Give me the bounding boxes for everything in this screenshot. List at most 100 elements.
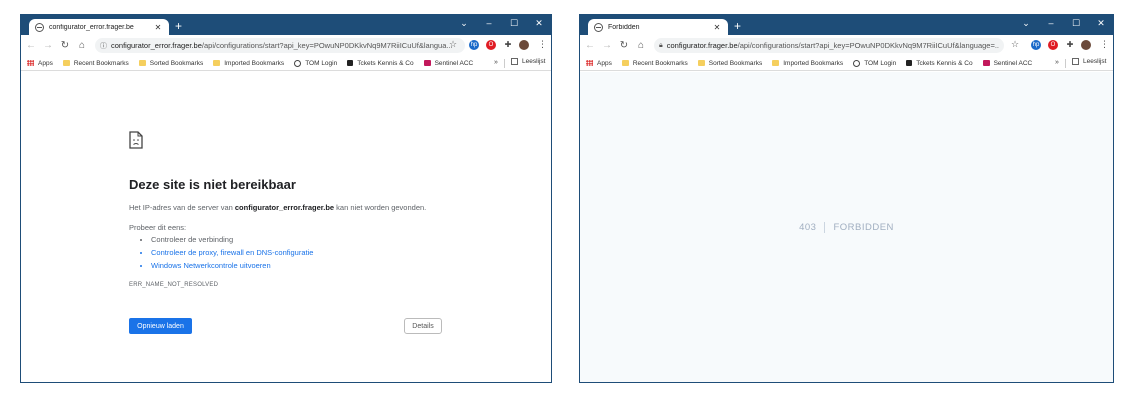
window-controls: ⌄ – ☐ ✕	[460, 18, 543, 28]
reading-list-icon	[511, 58, 518, 65]
folder-icon	[772, 60, 780, 66]
tickets-icon	[347, 60, 354, 66]
reading-list-button[interactable]: Leeslijst	[1072, 58, 1106, 65]
hp-extension-icon[interactable]: hp	[469, 40, 479, 50]
new-tab-button[interactable]: +	[175, 20, 182, 32]
bookmark-folder[interactable]: Recent Bookmarks	[621, 60, 688, 67]
window-controls: ⌄ – ☐ ✕	[1022, 18, 1105, 28]
browser-window-left: configurator_error.frager.be ✕ + ⌄ – ☐ ✕…	[20, 14, 552, 383]
suggestion-link-network-diagnostics[interactable]: Windows Netwerkcontrole uitvoeren	[151, 261, 313, 270]
bookmark-apps[interactable]: Apps	[27, 60, 53, 67]
bookmark-sentinel[interactable]: Sentinel ACC	[423, 60, 473, 67]
error-page: Deze site is niet bereikbaar Het IP-adre…	[21, 72, 551, 382]
globe-icon	[853, 59, 861, 67]
try-label: Probeer dit eens:	[129, 223, 187, 232]
reading-list-icon	[1072, 58, 1079, 65]
globe-icon	[35, 22, 44, 32]
chevron-down-icon[interactable]: ⌄	[1022, 18, 1030, 28]
info-icon[interactable]: ⓘ	[100, 41, 107, 51]
bookmark-tom-login[interactable]: TOM Login	[853, 59, 896, 67]
globe-icon	[294, 59, 302, 67]
tab-active[interactable]: configurator_error.frager.be ✕	[29, 19, 169, 35]
suggestion-list: Controleer de verbinding Controleer de p…	[141, 235, 313, 274]
bookmark-tom-login[interactable]: TOM Login	[294, 59, 337, 67]
back-icon[interactable]: ←	[24, 40, 38, 51]
minimize-button[interactable]: –	[1047, 18, 1055, 28]
bookmarks-more-button[interactable]: »	[494, 59, 498, 66]
toolbar: ← → ↻ ⌂ ⓘ configurator_error.frager.be/a…	[21, 35, 551, 56]
status-code: 403	[799, 222, 826, 233]
bookmarks-more-button[interactable]: »	[1055, 59, 1059, 66]
home-icon[interactable]: ⌂	[634, 40, 648, 51]
tab-close-icon[interactable]: ✕	[712, 23, 722, 32]
minimize-button[interactable]: –	[485, 18, 493, 28]
address-bar[interactable]: 🔒︎ configurator.frager.be/api/configurat…	[654, 38, 1004, 53]
maximize-button[interactable]: ☐	[1072, 18, 1080, 28]
menu-kebab-icon[interactable]: ⋮	[1100, 39, 1109, 50]
forbidden-page: 403 FORBIDDEN	[580, 72, 1113, 382]
apps-grid-icon	[27, 60, 34, 66]
close-window-button[interactable]: ✕	[1097, 18, 1105, 28]
bookmark-tickets[interactable]: Tckets Kennis & Co	[906, 60, 973, 67]
star-icon[interactable]: ☆	[1011, 39, 1019, 50]
details-button[interactable]: Details	[404, 318, 442, 334]
tab-title: Forbidden	[608, 23, 640, 31]
star-icon[interactable]: ☆	[449, 39, 457, 50]
bookmarks-divider	[1065, 59, 1066, 68]
tickets-icon	[906, 60, 913, 66]
reload-button[interactable]: Opnieuw laden	[129, 318, 192, 334]
tab-close-icon[interactable]: ✕	[153, 23, 163, 32]
tab-title: configurator_error.frager.be	[49, 23, 134, 31]
forward-icon[interactable]: →	[41, 40, 55, 51]
toolbar: ← → ↻ ⌂ 🔒︎ configurator.frager.be/api/co…	[580, 35, 1113, 56]
profile-avatar-icon[interactable]	[519, 40, 529, 50]
home-icon[interactable]: ⌂	[75, 40, 89, 51]
lock-icon[interactable]: 🔒︎	[659, 42, 663, 50]
hp-extension-icon[interactable]: hp	[1031, 40, 1041, 50]
url-text[interactable]: configurator_error.frager.be/api/configu…	[111, 41, 460, 50]
profile-avatar-icon[interactable]	[1081, 40, 1091, 50]
bookmark-apps[interactable]: Apps	[586, 60, 612, 67]
bookmark-folder[interactable]: Sorted Bookmarks	[138, 60, 203, 67]
forbidden-message: 403 FORBIDDEN	[580, 222, 1113, 233]
reload-icon[interactable]: ↻	[58, 40, 72, 51]
folder-icon	[138, 60, 146, 66]
maximize-button[interactable]: ☐	[510, 18, 518, 28]
bookmark-folder[interactable]: Imported Bookmarks	[772, 60, 843, 67]
suggestion-item: Controleer de verbinding	[151, 235, 313, 244]
puzzle-extensions-icon[interactable]: ✚	[1065, 40, 1075, 50]
new-tab-button[interactable]: +	[734, 20, 741, 32]
globe-icon	[594, 22, 603, 32]
folder-icon	[62, 60, 70, 66]
suggestion-link-proxy[interactable]: Controleer de proxy, firewall en DNS-con…	[151, 248, 313, 257]
address-bar[interactable]: ⓘ configurator_error.frager.be/api/confi…	[95, 38, 465, 53]
bookmark-folder[interactable]: Imported Bookmarks	[213, 60, 284, 67]
bookmarks-divider	[504, 59, 505, 68]
title-bar: Forbidden ✕ + ⌄ – ☐ ✕	[580, 15, 1113, 35]
bookmarks-bar: Apps Recent Bookmarks Sorted Bookmarks I…	[21, 56, 551, 71]
folder-icon	[213, 60, 221, 66]
bookmark-sentinel[interactable]: Sentinel ACC	[982, 60, 1032, 67]
sentinel-icon	[982, 60, 990, 66]
bookmark-folder[interactable]: Sorted Bookmarks	[697, 60, 762, 67]
reading-list-button[interactable]: Leeslijst	[511, 58, 545, 65]
error-title: Deze site is niet bereikbaar	[129, 177, 296, 192]
forward-icon[interactable]: →	[600, 40, 614, 51]
apps-grid-icon	[586, 60, 593, 66]
tab-active[interactable]: Forbidden ✕	[588, 19, 728, 35]
bookmark-tickets[interactable]: Tckets Kennis & Co	[347, 60, 414, 67]
browser-window-right: Forbidden ✕ + ⌄ – ☐ ✕ ← → ↻ ⌂ 🔒︎ configu…	[579, 14, 1114, 383]
menu-kebab-icon[interactable]: ⋮	[538, 39, 547, 50]
opera-extension-icon[interactable]: O	[1048, 40, 1058, 50]
puzzle-extensions-icon[interactable]: ✚	[503, 40, 513, 50]
reload-icon[interactable]: ↻	[617, 40, 631, 51]
close-window-button[interactable]: ✕	[535, 18, 543, 28]
url-text[interactable]: configurator.frager.be/api/configuration…	[667, 41, 999, 50]
bookmark-folder[interactable]: Recent Bookmarks	[62, 60, 129, 67]
back-icon[interactable]: ←	[583, 40, 597, 51]
chevron-down-icon[interactable]: ⌄	[460, 18, 468, 28]
status-message: FORBIDDEN	[833, 222, 894, 233]
folder-icon	[697, 60, 705, 66]
opera-extension-icon[interactable]: O	[486, 40, 496, 50]
bookmarks-bar: Apps Recent Bookmarks Sorted Bookmarks I…	[580, 56, 1113, 71]
